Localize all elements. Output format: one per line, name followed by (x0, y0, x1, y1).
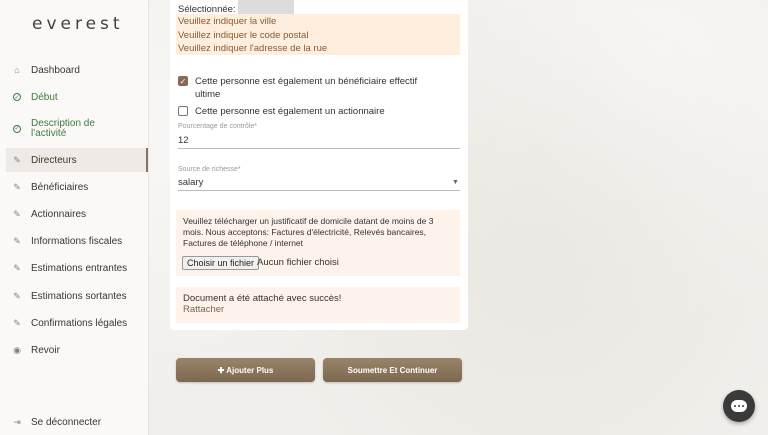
sidebar-item-informations-fiscales[interactable]: ✎ Informations fiscales (6, 229, 148, 253)
chat-icon (731, 400, 747, 412)
pencil-icon: ✎ (13, 290, 21, 301)
sidebar-item-beneficiaires[interactable]: ✎ Bénéficiaires (6, 175, 148, 199)
beneficiary-checkbox-row[interactable]: ✓ Cette personne est également un bénéfi… (178, 75, 417, 101)
wealth-source-select[interactable]: salary (178, 177, 203, 188)
proof-of-address-upload: Veuillez télécharger un justificatif de … (176, 210, 460, 276)
chat-button[interactable] (723, 390, 755, 422)
sidebar-item-label: Estimations sortantes (31, 290, 127, 302)
control-percentage-label: Pourcentage de contrôle* (178, 123, 257, 130)
address-warnings: Veuillez indiquer la ville Veuillez indi… (176, 14, 460, 55)
submit-continue-button[interactable]: Soumettre Et Continuer (323, 358, 462, 382)
beneficiary-label-line1: Cette personne est également un bénéfici… (195, 76, 418, 87)
pencil-icon: ✎ (13, 262, 21, 273)
sidebar-item-debut[interactable]: ✓ Début (6, 85, 148, 109)
shareholder-checkbox[interactable] (178, 106, 188, 116)
sidebar-item-actionnaires[interactable]: ✎ Actionnaires (6, 202, 148, 226)
no-file-chosen-text: Aucun fichier choisi (257, 257, 339, 268)
logout-link[interactable]: ⇥ Se déconnecter (6, 410, 148, 434)
reattach-link[interactable]: Rattacher (183, 304, 453, 315)
warning-city: Veuillez indiquer la ville (178, 16, 277, 27)
wealth-source-label: Source de richesse* (178, 166, 241, 173)
sidebar-item-description[interactable]: ✓ Description de l'activité (6, 116, 148, 142)
sidebar-item-label: Estimations entrantes (31, 262, 128, 274)
logout-label: Se déconnecter (31, 416, 102, 428)
shareholder-checkbox-row[interactable]: Cette personne est également un actionna… (178, 105, 385, 118)
sidebar: everest ⌂ Dashboard ✓ Début ✓ Descriptio… (0, 0, 149, 435)
beneficiary-checkbox[interactable]: ✓ (178, 76, 188, 86)
beneficiary-label-line2: ultime (195, 89, 221, 100)
sidebar-item-label: Actionnaires (31, 208, 87, 220)
chevron-down-icon[interactable]: ▼ (452, 179, 459, 186)
upload-text-line2: mois. Nous acceptons: Factures d'électri… (183, 227, 427, 237)
sidebar-item-label: Bénéficiaires (31, 181, 89, 193)
upload-instructions: Veuillez télécharger un justificatif de … (183, 216, 453, 249)
upload-success-box: Document a été attaché avec succès! Ratt… (176, 287, 460, 323)
pencil-icon: ✎ (13, 181, 21, 192)
sidebar-item-label: Confirmations légales (31, 317, 128, 329)
sidebar-item-label: Description de l'activité (31, 118, 95, 139)
check-circle-icon: ✓ (13, 93, 21, 101)
selected-value-placeholder (238, 0, 294, 14)
sidebar-item-label: Directeurs (31, 154, 77, 166)
brand-logo: everest (32, 14, 124, 34)
warning-street: Veuillez indiquer l'adresse de la rue (178, 43, 328, 54)
sidebar-item-label: Début (31, 91, 58, 103)
pencil-icon: ✎ (13, 235, 21, 246)
sidebar-item-estimations-sortantes[interactable]: ✎ Estimations sortantes (6, 284, 148, 308)
beneficiary-checkbox-label: Cette personne est également un bénéfici… (195, 75, 417, 101)
warning-postal-code: Veuillez indiquer le code postal (178, 29, 309, 41)
sidebar-item-directeurs[interactable]: ✎ Directeurs (6, 148, 148, 172)
wealth-source-underline (178, 190, 460, 191)
control-percentage-underline (178, 148, 460, 149)
sidebar-item-dashboard[interactable]: ⌂ Dashboard (6, 58, 148, 82)
logout-icon: ⇥ (13, 416, 21, 427)
control-percentage-input[interactable]: 12 (178, 135, 189, 146)
shareholder-checkbox-label: Cette personne est également un actionna… (195, 106, 385, 117)
pencil-icon: ✎ (13, 208, 21, 219)
sidebar-item-label: Dashboard (31, 64, 80, 76)
sidebar-item-label: Revoir (31, 344, 60, 356)
upload-text-line3: Factures de téléphone / internet (183, 238, 304, 248)
add-more-button[interactable]: ✚ Ajouter Plus (176, 358, 315, 382)
sidebar-item-confirmations-legales[interactable]: ✎ Confirmations légales (6, 311, 148, 335)
check-circle-icon: ✓ (13, 125, 21, 133)
sidebar-item-label: Informations fiscales (31, 235, 123, 247)
pencil-icon: ✎ (13, 154, 21, 165)
pencil-icon: ✎ (13, 317, 21, 328)
home-icon: ⌂ (14, 65, 20, 75)
sidebar-item-estimations-entrantes[interactable]: ✎ Estimations entrantes (6, 256, 148, 280)
upload-success-message: Document a été attaché avec succès! (183, 293, 342, 304)
upload-text-line1: Veuillez télécharger un justificatif de … (183, 216, 434, 226)
director-form-card: Sélectionnée: Veuillez indiquer la ville… (170, 0, 468, 330)
choose-file-button[interactable]: Choisir un fichier (182, 256, 260, 270)
eye-icon: ◉ (13, 344, 21, 355)
sidebar-item-revoir[interactable]: ◉ Revoir (6, 338, 148, 362)
